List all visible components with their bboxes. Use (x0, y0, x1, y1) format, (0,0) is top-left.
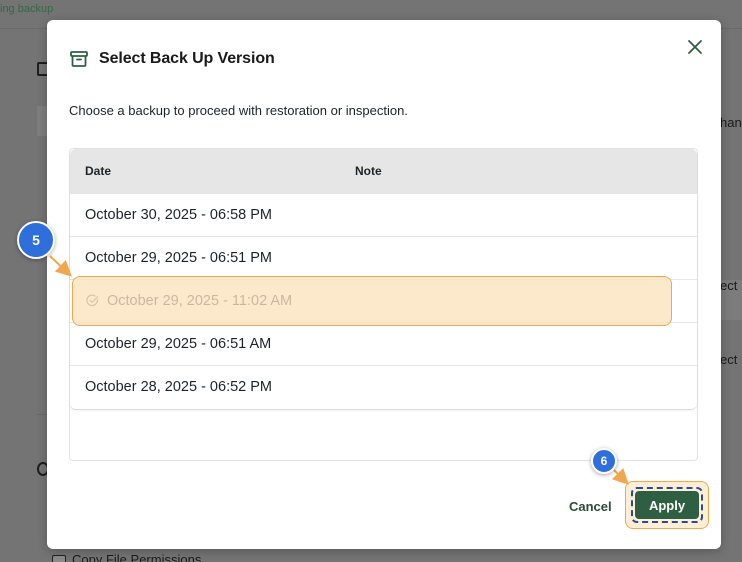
background-panel-edge (37, 106, 47, 136)
background-checkbox-label: Copy File Permissions (72, 552, 202, 562)
table-header: Date Note (70, 149, 697, 193)
select-backup-dialog: Select Back Up Version Choose a backup t… (47, 20, 721, 549)
row-date: October 28, 2025 - 06:52 PM (85, 379, 272, 395)
table-row[interactable]: October 29, 2025 - 06:51 AM (70, 322, 697, 365)
archive-icon (70, 51, 88, 67)
row-date: October 29, 2025 - 06:51 AM (85, 336, 272, 352)
row-date: October 29, 2025 - 06:51 PM (85, 250, 272, 266)
row-date: October 30, 2025 - 06:58 PM (85, 207, 272, 223)
table-row[interactable]: October 30, 2025 - 06:58 PM (70, 193, 697, 236)
background-divider (37, 414, 47, 415)
table-row-selected[interactable]: October 29, 2025 - 11:02 AM (70, 279, 697, 322)
background-checkbox (52, 555, 66, 562)
background-text-fragment: han (720, 115, 742, 130)
backup-table: Date Note October 30, 2025 - 06:58 PM Oc… (70, 149, 697, 410)
apply-button[interactable]: Apply (635, 491, 699, 519)
step-marker-6: 6 (591, 448, 617, 474)
check-circle-icon (86, 294, 99, 307)
background-text-fragment: ect (720, 278, 738, 293)
row-date: October 29, 2025 - 11:02 AM (107, 293, 293, 309)
backup-table-container: Date Note October 30, 2025 - 06:58 PM Oc… (69, 148, 698, 461)
background-breadcrumb: ing backup (0, 3, 54, 15)
dialog-header: Select Back Up Version (69, 48, 275, 70)
column-header-date: Date (85, 164, 112, 178)
close-button[interactable] (685, 37, 705, 57)
table-row[interactable]: October 29, 2025 - 06:51 PM (70, 236, 697, 279)
table-row[interactable]: October 28, 2025 - 06:52 PM (70, 365, 697, 408)
step-marker-5: 5 (17, 221, 55, 259)
column-header-note: Note (355, 164, 382, 178)
dialog-description: Choose a backup to proceed with restorat… (69, 103, 408, 118)
close-icon (688, 40, 702, 54)
cancel-button[interactable]: Cancel (569, 496, 612, 516)
dialog-title: Select Back Up Version (99, 50, 275, 67)
background-text-fragment: ect (720, 352, 738, 367)
